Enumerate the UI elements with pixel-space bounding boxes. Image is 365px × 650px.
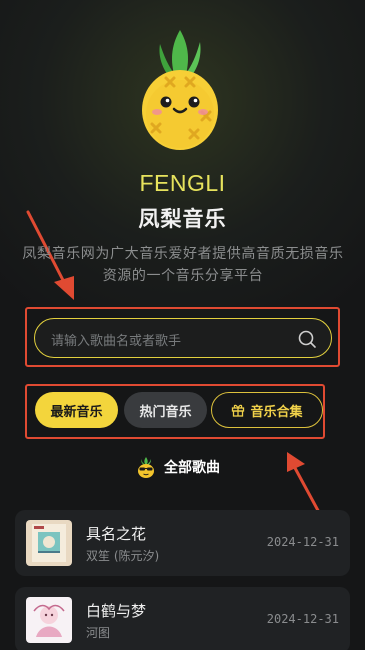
app-description: 凤梨音乐网为广大音乐爱好者提供高音质无损音乐资源的一个音乐分享平台 [22,246,344,284]
tab-hot-label: 热门音乐 [139,404,192,420]
gift-icon [232,404,245,417]
all-songs-label: 全部歌曲 [164,460,220,476]
song-artist: 双笙 (陈元汐) [86,549,160,563]
song-artist: 河图 [86,626,111,640]
song-row[interactable]: 白鹤与梦 河图 2024-12-31 [15,587,350,650]
song-cover [26,597,72,643]
song-date: 2024-12-31 [266,612,339,626]
tab-latest-music[interactable]: 最新音乐 [35,392,118,428]
pineapple-mascot-icon [142,30,218,150]
tab-collection-label: 音乐合集 [250,404,303,420]
all-songs-heading: 全部歌曲 [136,456,220,478]
tab-latest-label: 最新音乐 [50,404,103,420]
brand-name: FENGLI [139,170,226,196]
song-title: 具名之花 [86,525,147,543]
tab-music-collection[interactable]: 音乐合集 [211,392,323,428]
pineapple-sunglasses-icon [138,457,154,478]
search-icon[interactable] [297,329,317,349]
song-cover [26,520,72,566]
song-date: 2024-12-31 [266,535,339,549]
song-title: 白鹤与梦 [86,602,147,620]
song-row[interactable]: 具名之花 双笙 (陈元汐) 2024-12-31 [15,510,350,576]
app-title: 凤梨音乐 [138,207,227,231]
search-placeholder: 请输入歌曲名或者歌手 [51,334,182,349]
tab-hot-music[interactable]: 热门音乐 [124,392,207,428]
search-input[interactable]: 请输入歌曲名或者歌手 [34,318,332,358]
